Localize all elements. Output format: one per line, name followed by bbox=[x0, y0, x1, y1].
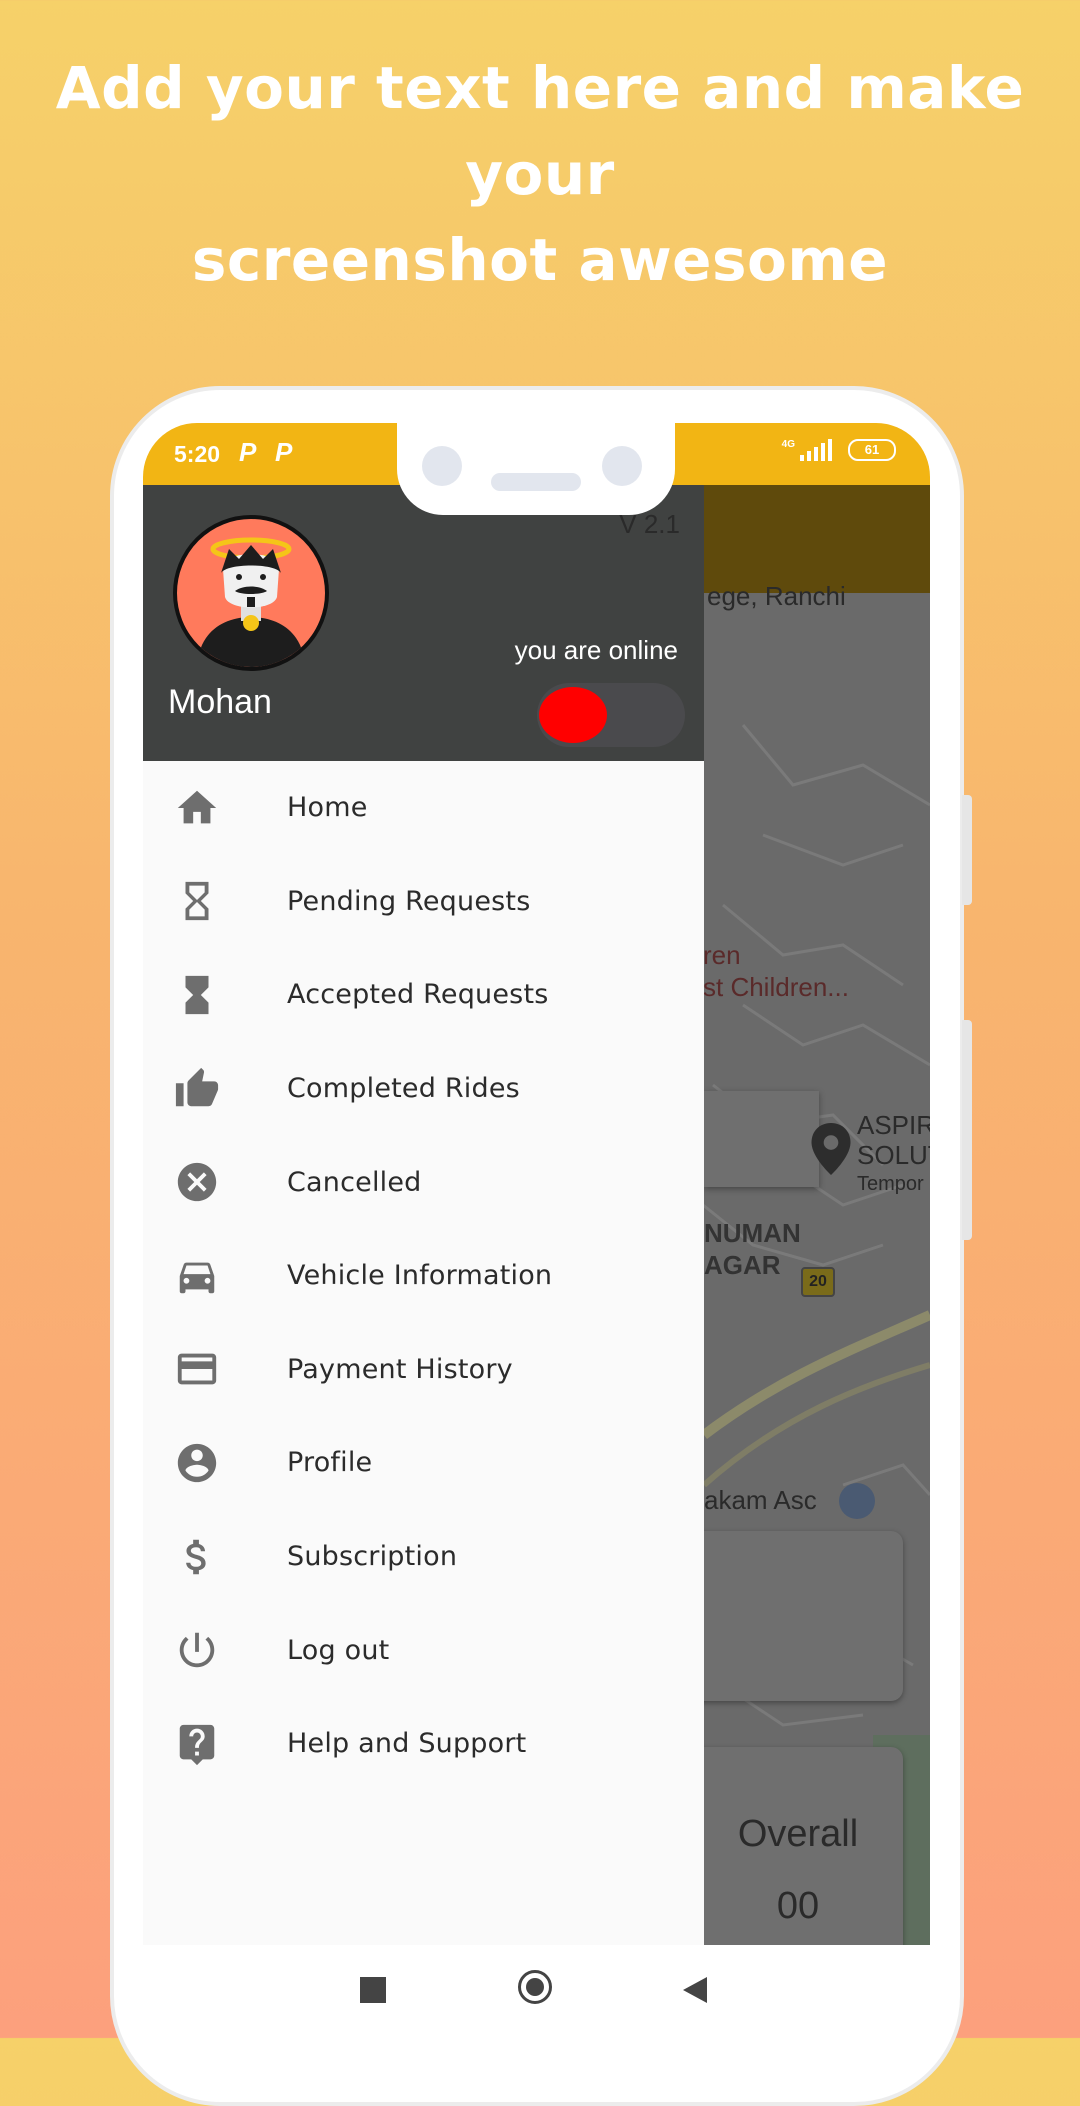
map-place-label-text: ren bbox=[703, 940, 741, 970]
map-area-label-text: NUMAN bbox=[704, 1218, 801, 1248]
map-place-label-text: SOLUT bbox=[857, 1140, 930, 1170]
menu-item-label: Home bbox=[287, 792, 368, 824]
map-area-label: NUMAN bbox=[704, 1218, 801, 1249]
credit-card-icon bbox=[167, 1339, 227, 1399]
menu-item-label: Completed Rides bbox=[287, 1073, 520, 1105]
signal-bar bbox=[807, 451, 811, 461]
menu-item-payment-history[interactable]: Payment History bbox=[143, 1323, 704, 1417]
menu-item-subscription[interactable]: Subscription bbox=[143, 1510, 704, 1604]
home-icon bbox=[167, 778, 227, 838]
map-place-label: ege, Ranchi bbox=[707, 581, 846, 612]
power-side-button bbox=[962, 1020, 972, 1240]
menu-item-label: Help and Support bbox=[287, 1728, 527, 1760]
menu-item-label: Log out bbox=[287, 1634, 390, 1666]
menu-item-label: Accepted Requests bbox=[287, 979, 549, 1011]
map-place-label: Tempor bbox=[857, 1173, 924, 1196]
camera-notch bbox=[397, 423, 675, 515]
map-place-label: SOLUT bbox=[857, 1140, 930, 1171]
phone-screen: ege, Ranchi ren st Children... ASPIR SOL… bbox=[143, 423, 930, 2038]
signal-bar bbox=[800, 455, 804, 461]
signal-bar bbox=[828, 439, 832, 461]
promo-headline-line-2: screenshot awesome bbox=[191, 226, 889, 294]
signal-icon: 4G bbox=[782, 439, 832, 461]
notification-icon: P bbox=[239, 437, 257, 467]
home-button-dot bbox=[526, 1978, 544, 1996]
online-status-text: you are online bbox=[514, 635, 678, 665]
map-search-box[interactable] bbox=[704, 1091, 819, 1187]
signal-bars bbox=[800, 439, 832, 461]
navigation-drawer: V 2.1 you are online Mohan Home Pending … bbox=[143, 485, 704, 1945]
avatar-illustration bbox=[197, 537, 305, 667]
map-place-label: ren bbox=[703, 940, 741, 971]
map-place-label: st Children... bbox=[703, 972, 849, 1003]
promo-headline: Add your text here and make your screens… bbox=[0, 45, 1080, 303]
landmark-icon bbox=[839, 1483, 875, 1519]
promo-headline-line-1: Add your text here and make your bbox=[55, 54, 1025, 208]
cancel-icon bbox=[167, 1152, 227, 1212]
signal-bar bbox=[814, 447, 818, 461]
map-place-label-text: ASPIR bbox=[857, 1110, 930, 1140]
map-area-label-text: AGAR bbox=[704, 1250, 781, 1280]
recents-button[interactable] bbox=[360, 1977, 386, 2003]
back-button[interactable] bbox=[681, 1975, 709, 2005]
signal-bar bbox=[821, 443, 825, 461]
front-sensor bbox=[602, 446, 642, 486]
dollar-icon bbox=[167, 1527, 227, 1587]
map-place-label-text: ege, Ranchi bbox=[707, 581, 846, 611]
status-right-group: 4G 61 bbox=[782, 439, 896, 461]
map-place-label-text: Tempor bbox=[857, 1173, 924, 1195]
map-area-label: AGAR bbox=[704, 1250, 781, 1281]
home-button[interactable] bbox=[518, 1970, 552, 2004]
menu-item-help-and-support[interactable]: Help and Support bbox=[143, 1697, 704, 1791]
map-place-label-text: akam Asc bbox=[704, 1485, 817, 1515]
user-name: Mohan bbox=[168, 683, 272, 721]
map-place-label: akam Asc bbox=[704, 1485, 817, 1516]
online-toggle-knob[interactable] bbox=[539, 687, 607, 743]
notification-icon: P bbox=[275, 437, 293, 467]
menu-item-label: Cancelled bbox=[287, 1166, 422, 1198]
front-camera bbox=[422, 446, 462, 486]
car-icon bbox=[167, 1246, 227, 1306]
menu-item-vehicle-information[interactable]: Vehicle Information bbox=[143, 1229, 704, 1323]
menu-item-label: Vehicle Information bbox=[287, 1260, 553, 1292]
drawer-menu: Home Pending Requests Accepted Requests … bbox=[143, 761, 704, 1791]
map-pin-icon bbox=[811, 1123, 851, 1175]
power-icon bbox=[167, 1620, 227, 1680]
menu-item-home[interactable]: Home bbox=[143, 761, 704, 855]
menu-item-label: Pending Requests bbox=[287, 885, 531, 917]
map-place-label: ASPIR bbox=[857, 1110, 930, 1141]
menu-item-accepted-requests[interactable]: Accepted Requests bbox=[143, 948, 704, 1042]
menu-item-label: Profile bbox=[287, 1447, 373, 1479]
volume-button bbox=[962, 795, 972, 905]
battery-icon: 61 bbox=[848, 439, 896, 461]
status-time: 5:20 bbox=[174, 441, 221, 467]
road-shield: 20 bbox=[801, 1267, 835, 1297]
network-type: 4G bbox=[781, 439, 795, 450]
drawer-header: V 2.1 you are online Mohan bbox=[143, 485, 704, 761]
earpiece-speaker bbox=[491, 473, 581, 491]
menu-item-cancelled[interactable]: Cancelled bbox=[143, 1135, 704, 1229]
account-circle-icon bbox=[167, 1433, 227, 1493]
hourglass-empty-icon bbox=[167, 871, 227, 931]
menu-item-label: Subscription bbox=[287, 1541, 458, 1573]
menu-item-label: Payment History bbox=[287, 1353, 513, 1385]
online-toggle[interactable] bbox=[537, 683, 685, 747]
menu-item-pending-requests[interactable]: Pending Requests bbox=[143, 855, 704, 949]
menu-item-profile[interactable]: Profile bbox=[143, 1416, 704, 1510]
hourglass-full-icon bbox=[167, 965, 227, 1025]
avatar[interactable] bbox=[173, 515, 329, 671]
system-navigation-bar bbox=[143, 1945, 930, 2038]
map-place-label-text: st Children... bbox=[703, 972, 849, 1002]
menu-item-log-out[interactable]: Log out bbox=[143, 1603, 704, 1697]
menu-item-completed-rides[interactable]: Completed Rides bbox=[143, 1042, 704, 1136]
thumb-up-icon bbox=[167, 1059, 227, 1119]
help-icon bbox=[167, 1714, 227, 1774]
